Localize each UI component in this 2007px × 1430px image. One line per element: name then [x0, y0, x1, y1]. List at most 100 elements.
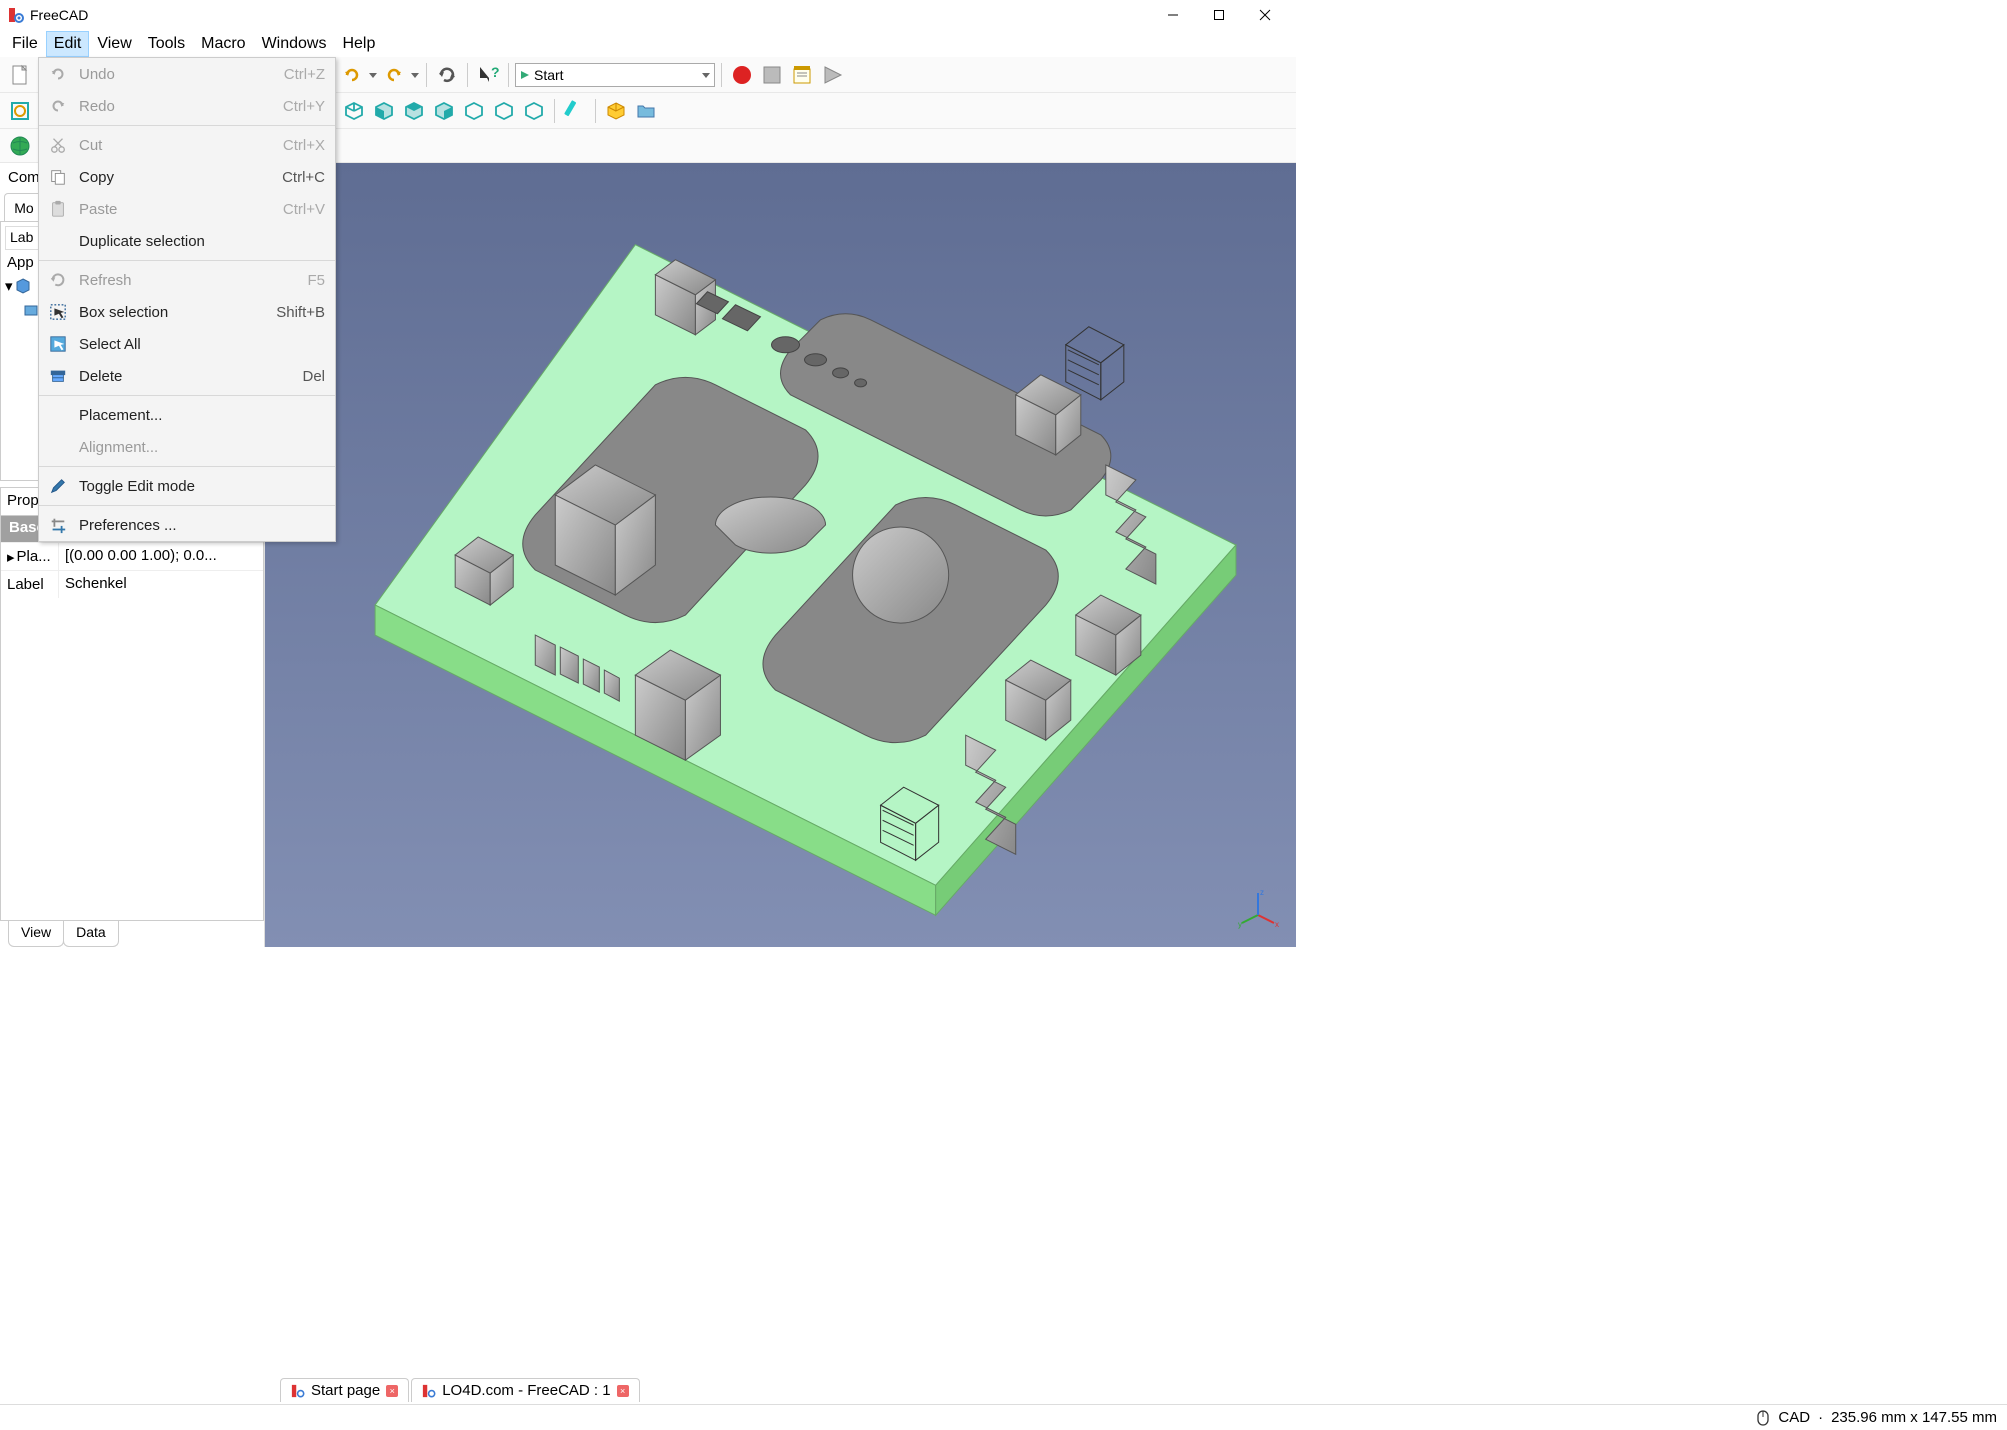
menu-item-shortcut: Ctrl+C: [282, 169, 325, 186]
bottom-view-button[interactable]: [490, 97, 518, 125]
close-icon[interactable]: ×: [617, 1385, 629, 1397]
workbench-label: Start: [534, 67, 564, 83]
menu-view[interactable]: View: [89, 31, 139, 57]
macro-record-button[interactable]: [728, 61, 756, 89]
separator: [595, 99, 596, 123]
iso-view-button[interactable]: [340, 97, 368, 125]
menu-edit[interactable]: Edit: [46, 31, 90, 57]
doc-tabs: Start page × LO4D.com - FreeCAD : 1 ×: [280, 1376, 642, 1404]
app-icon: [422, 1384, 436, 1398]
app-icon: [291, 1384, 305, 1398]
nav-mode[interactable]: CAD: [1778, 1409, 1810, 1426]
menu-item-placement[interactable]: Placement...: [39, 399, 335, 431]
prop-row-label[interactable]: Label Schenkel: [1, 570, 263, 598]
separator: ·: [1818, 1409, 1823, 1426]
web-button[interactable]: [6, 132, 34, 160]
separator: [39, 260, 335, 261]
part-button[interactable]: [602, 97, 630, 125]
menu-item-label: Select All: [79, 336, 315, 353]
undo-button[interactable]: [338, 61, 366, 89]
right-view-button[interactable]: [430, 97, 458, 125]
expand-icon[interactable]: ▾: [5, 277, 13, 295]
blank-icon: [47, 436, 69, 458]
measure-button[interactable]: [561, 97, 589, 125]
mouse-icon: [1756, 1409, 1770, 1427]
menu-item-preferences[interactable]: Preferences ...: [39, 509, 335, 541]
menu-item-shortcut: Ctrl+V: [283, 201, 325, 218]
redo-icon: [47, 95, 69, 117]
doc-tab-model[interactable]: LO4D.com - FreeCAD : 1 ×: [411, 1378, 639, 1402]
menu-help[interactable]: Help: [334, 31, 383, 57]
prop-spacer: [1, 598, 263, 920]
doc-tab-label: LO4D.com - FreeCAD : 1: [442, 1382, 610, 1399]
menu-item-box-selection[interactable]: Box selectionShift+B: [39, 296, 335, 328]
expand-icon[interactable]: ▸: [7, 548, 15, 566]
separator: [39, 395, 335, 396]
menu-item-label: Duplicate selection: [79, 233, 315, 250]
menu-file[interactable]: File: [4, 31, 46, 57]
macro-list-button[interactable]: [788, 61, 816, 89]
paste-icon: [47, 198, 69, 220]
whats-this-button[interactable]: ?: [474, 61, 502, 89]
menu-item-cut: CutCtrl+X: [39, 129, 335, 161]
menu-item-label: Placement...: [79, 407, 315, 424]
folder-button[interactable]: [632, 97, 660, 125]
prefs-icon: [47, 514, 69, 536]
menu-item-select-all[interactable]: Select All: [39, 328, 335, 360]
data-tab[interactable]: Data: [63, 921, 119, 947]
workbench-selector[interactable]: Start: [515, 63, 715, 87]
menu-item-delete[interactable]: DeleteDel: [39, 360, 335, 392]
redo-button[interactable]: [380, 61, 408, 89]
separator: [39, 466, 335, 467]
refresh-button[interactable]: [433, 61, 461, 89]
refresh-icon: [47, 269, 69, 291]
tree-root-label: App: [7, 254, 34, 271]
menu-tools[interactable]: Tools: [140, 31, 193, 57]
redo-dropdown[interactable]: [410, 71, 420, 79]
rear-view-button[interactable]: [460, 97, 488, 125]
front-view-button[interactable]: [370, 97, 398, 125]
menu-item-shortcut: Ctrl+X: [283, 137, 325, 154]
doc-tab-label: Start page: [311, 1382, 380, 1399]
fit-all-button[interactable]: [6, 97, 34, 125]
coordinates: 235.96 mm x 147.55 mm: [1831, 1409, 1997, 1426]
separator: [721, 63, 722, 87]
model-render: [265, 163, 1296, 947]
menu-windows[interactable]: Windows: [254, 31, 335, 57]
left-view-button[interactable]: [520, 97, 548, 125]
macro-run-button[interactable]: [818, 61, 846, 89]
blank-icon: [47, 230, 69, 252]
close-button[interactable]: [1242, 0, 1288, 30]
svg-text:z: z: [1260, 888, 1264, 897]
close-icon[interactable]: ×: [386, 1385, 398, 1397]
menu-item-label: Toggle Edit mode: [79, 478, 315, 495]
start-icon: [520, 70, 530, 80]
maximize-button[interactable]: [1196, 0, 1242, 30]
menu-item-toggle-edit-mode[interactable]: Toggle Edit mode: [39, 470, 335, 502]
select-all-icon: [47, 333, 69, 355]
menu-item-shortcut: Shift+B: [276, 304, 325, 321]
menu-item-redo: RedoCtrl+Y: [39, 90, 335, 122]
menu-item-copy[interactable]: CopyCtrl+C: [39, 161, 335, 193]
doc-tab-start[interactable]: Start page ×: [280, 1378, 409, 1402]
prop-row-placement[interactable]: ▸Pla... [(0.00 0.00 1.00); 0.0...: [1, 542, 263, 570]
new-button[interactable]: [6, 61, 34, 89]
menu-macro[interactable]: Macro: [193, 31, 253, 57]
menu-item-duplicate-selection[interactable]: Duplicate selection: [39, 225, 335, 257]
menu-item-label: Alignment...: [79, 439, 315, 456]
separator: [554, 99, 555, 123]
menu-item-refresh: RefreshF5: [39, 264, 335, 296]
separator: [426, 63, 427, 87]
statusbar: CAD · 235.96 mm x 147.55 mm: [0, 1404, 2007, 1430]
property-tabs: View Data: [0, 921, 264, 947]
window-controls: [1150, 0, 1288, 30]
menu-item-label: Delete: [79, 368, 292, 385]
undo-dropdown[interactable]: [368, 71, 378, 79]
separator: [467, 63, 468, 87]
view-tab[interactable]: View: [8, 921, 64, 947]
minimize-button[interactable]: [1150, 0, 1196, 30]
macro-stop-button[interactable]: [758, 61, 786, 89]
top-view-button[interactable]: [400, 97, 428, 125]
3d-viewport[interactable]: x y z: [265, 163, 1296, 947]
part-icon: [23, 302, 39, 318]
